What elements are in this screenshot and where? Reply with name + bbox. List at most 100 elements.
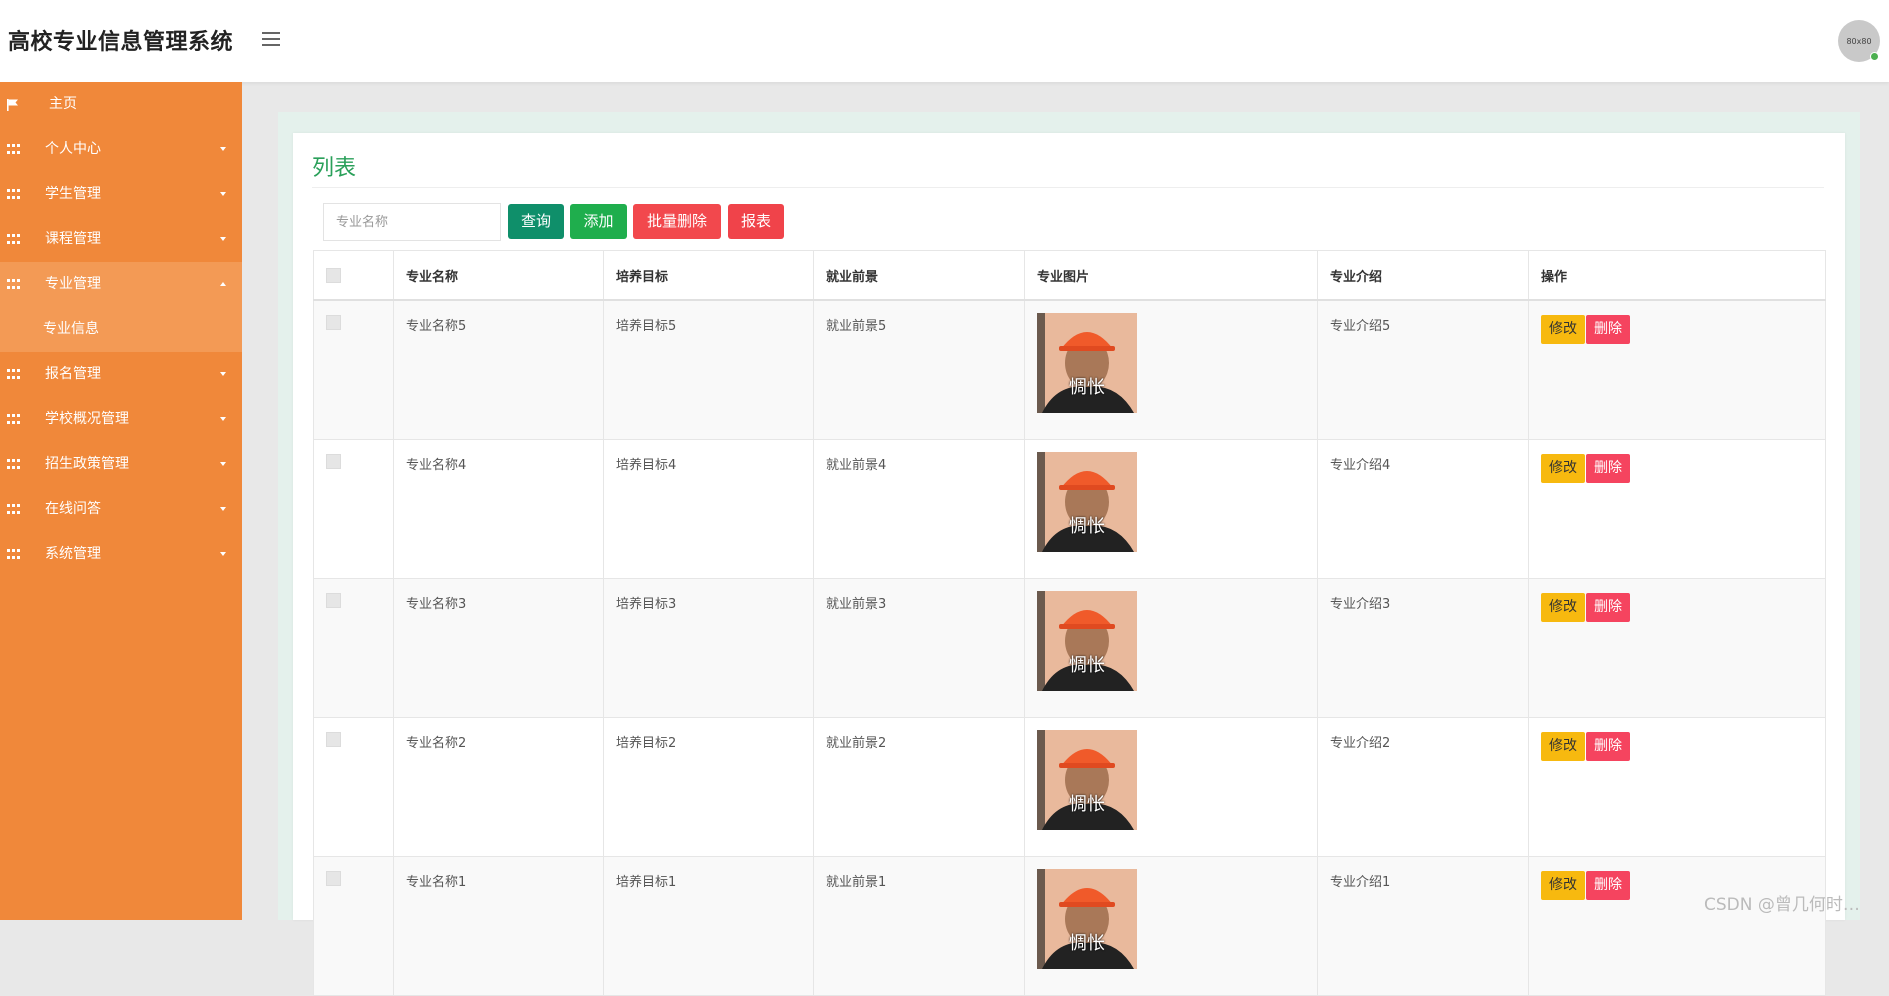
- cell-prospect: 就业前景5: [813, 299, 1025, 440]
- cell-intro: 专业介绍5: [1317, 299, 1529, 440]
- avatar[interactable]: 80x80: [1838, 20, 1880, 62]
- table-header-row: 专业名称 培养目标 就业前景 专业图片 专业介绍 操作: [313, 250, 1826, 301]
- cell-prospect: 就业前景4: [813, 439, 1025, 579]
- cell-goal: 培养目标4: [603, 439, 814, 579]
- select-all-header: [313, 250, 394, 301]
- cell-prospect: 就业前景3: [813, 578, 1025, 718]
- caret-down-icon: [220, 237, 226, 241]
- row-checkbox-cell: [313, 299, 394, 440]
- caret-down-icon: [220, 192, 226, 196]
- edit-button[interactable]: 修改: [1541, 593, 1585, 622]
- major-image[interactable]: 惆怅: [1037, 591, 1137, 691]
- cell-image: 惆怅: [1024, 717, 1318, 857]
- column-header-prospect[interactable]: 就业前景: [813, 250, 1025, 301]
- sidebar-item-admission-policy[interactable]: 招生政策管理: [0, 442, 242, 487]
- cell-goal: 培养目标5: [603, 299, 814, 440]
- cell-goal: 培养目标2: [603, 717, 814, 857]
- row-checkbox-cell: [313, 439, 394, 579]
- cell-image: 惆怅: [1024, 439, 1318, 579]
- grid-icon: [7, 262, 21, 307]
- row-checkbox[interactable]: [326, 454, 341, 469]
- online-status-dot: [1870, 52, 1879, 61]
- cell-name: 专业名称4: [393, 439, 604, 579]
- caret-down-icon: [220, 462, 226, 466]
- major-table: 专业名称 培养目标 就业前景 专业图片 专业介绍 操作 专业名称5 培养目标5 …: [313, 250, 1826, 996]
- delete-button[interactable]: 删除: [1586, 871, 1630, 900]
- sidebar-item-label: 系统管理: [45, 546, 101, 562]
- delete-button[interactable]: 删除: [1586, 315, 1630, 344]
- major-image[interactable]: 惆怅: [1037, 730, 1137, 830]
- sidebar-item-enrollment-management[interactable]: 报名管理: [0, 352, 242, 397]
- grid-icon: [7, 397, 21, 442]
- column-header-goal[interactable]: 培养目标: [603, 250, 814, 301]
- cell-actions: 修改 删除: [1528, 578, 1826, 718]
- row-checkbox[interactable]: [326, 732, 341, 747]
- caret-down-icon: [220, 417, 226, 421]
- table-row: 专业名称4 培养目标4 就业前景4 惆怅 专业介绍4 修改 删除: [313, 439, 1826, 579]
- cell-name: 专业名称3: [393, 578, 604, 718]
- delete-button[interactable]: 删除: [1586, 454, 1630, 483]
- edit-button[interactable]: 修改: [1541, 454, 1585, 483]
- batch-delete-button[interactable]: 批量删除: [633, 204, 721, 239]
- edit-button[interactable]: 修改: [1541, 315, 1585, 344]
- column-header-name[interactable]: 专业名称: [393, 250, 604, 301]
- image-caption: 惆怅: [1069, 516, 1105, 537]
- major-image[interactable]: 惆怅: [1037, 869, 1137, 969]
- row-checkbox-cell: [313, 856, 394, 996]
- sidebar-item-label: 专业管理: [45, 276, 101, 292]
- sidebar-item-student-management[interactable]: 学生管理: [0, 172, 242, 217]
- title-divider: [312, 187, 1824, 188]
- row-checkbox[interactable]: [326, 871, 341, 886]
- sidebar-item-personal-center[interactable]: 个人中心: [0, 127, 242, 172]
- cell-prospect: 就业前景1: [813, 856, 1025, 996]
- query-button[interactable]: 查询: [508, 204, 564, 239]
- grid-icon: [7, 172, 21, 217]
- image-caption: 惆怅: [1069, 655, 1105, 676]
- sidebar-item-system-management[interactable]: 系统管理: [0, 532, 242, 577]
- watermark-text: CSDN @曾几何时…: [1704, 895, 1860, 915]
- grid-icon: [7, 352, 21, 397]
- image-caption: 惆怅: [1069, 794, 1105, 815]
- row-checkbox-cell: [313, 717, 394, 857]
- column-header-image[interactable]: 专业图片: [1024, 250, 1318, 301]
- add-button[interactable]: 添加: [570, 204, 627, 239]
- top-header: 高校专业信息管理系统 80x80: [0, 0, 1889, 82]
- sidebar-item-label: 在线问答: [45, 501, 101, 517]
- row-checkbox[interactable]: [326, 593, 341, 608]
- table-row: 专业名称3 培养目标3 就业前景3 惆怅 专业介绍3 修改 删除: [313, 578, 1826, 718]
- major-image[interactable]: 惆怅: [1037, 313, 1137, 413]
- major-image[interactable]: 惆怅: [1037, 452, 1137, 552]
- sidebar-item-course-management[interactable]: 课程管理: [0, 217, 242, 262]
- cell-actions: 修改 删除: [1528, 856, 1826, 996]
- report-button[interactable]: 报表: [728, 204, 784, 239]
- caret-down-icon: [220, 507, 226, 511]
- sidebar-item-school-overview[interactable]: 学校概况管理: [0, 397, 242, 442]
- sidebar-item-label: 招生政策管理: [45, 456, 129, 472]
- sidebar-item-label: 个人中心: [45, 141, 101, 157]
- select-all-checkbox[interactable]: [326, 267, 341, 283]
- menu-toggle-icon[interactable]: [262, 32, 280, 46]
- cell-name: 专业名称1: [393, 856, 604, 996]
- delete-button[interactable]: 删除: [1586, 732, 1630, 761]
- edit-button[interactable]: 修改: [1541, 732, 1585, 761]
- sidebar-item-major-management[interactable]: 专业管理: [0, 262, 242, 307]
- caret-up-icon: [220, 282, 226, 286]
- page-title: 列表: [312, 156, 357, 181]
- row-checkbox[interactable]: [326, 315, 341, 330]
- sidebar-item-online-qa[interactable]: 在线问答: [0, 487, 242, 532]
- list-card: 列表 查询 添加 批量删除 报表 专业名称 培养目标 就业前景 专业图片 专业介…: [293, 133, 1845, 996]
- sidebar-item-home[interactable]: 主页: [0, 82, 242, 127]
- cell-goal: 培养目标3: [603, 578, 814, 718]
- cell-prospect: 就业前景2: [813, 717, 1025, 857]
- sidebar: 主页 个人中心 学生管理 课程管理 专业管理 专业信息 报名管理 学校概况管理 …: [0, 82, 242, 920]
- image-caption: 惆怅: [1069, 933, 1105, 954]
- edit-button[interactable]: 修改: [1541, 871, 1585, 900]
- sidebar-item-label: 课程管理: [45, 231, 101, 247]
- avatar-placeholder-text: 80x80: [1846, 36, 1872, 46]
- cell-image: 惆怅: [1024, 299, 1318, 440]
- delete-button[interactable]: 删除: [1586, 593, 1630, 622]
- major-name-search-input[interactable]: [323, 203, 501, 241]
- sidebar-subitem-major-info[interactable]: 专业信息: [0, 307, 242, 352]
- sidebar-item-label: 学校概况管理: [45, 411, 129, 427]
- column-header-intro[interactable]: 专业介绍: [1317, 250, 1529, 301]
